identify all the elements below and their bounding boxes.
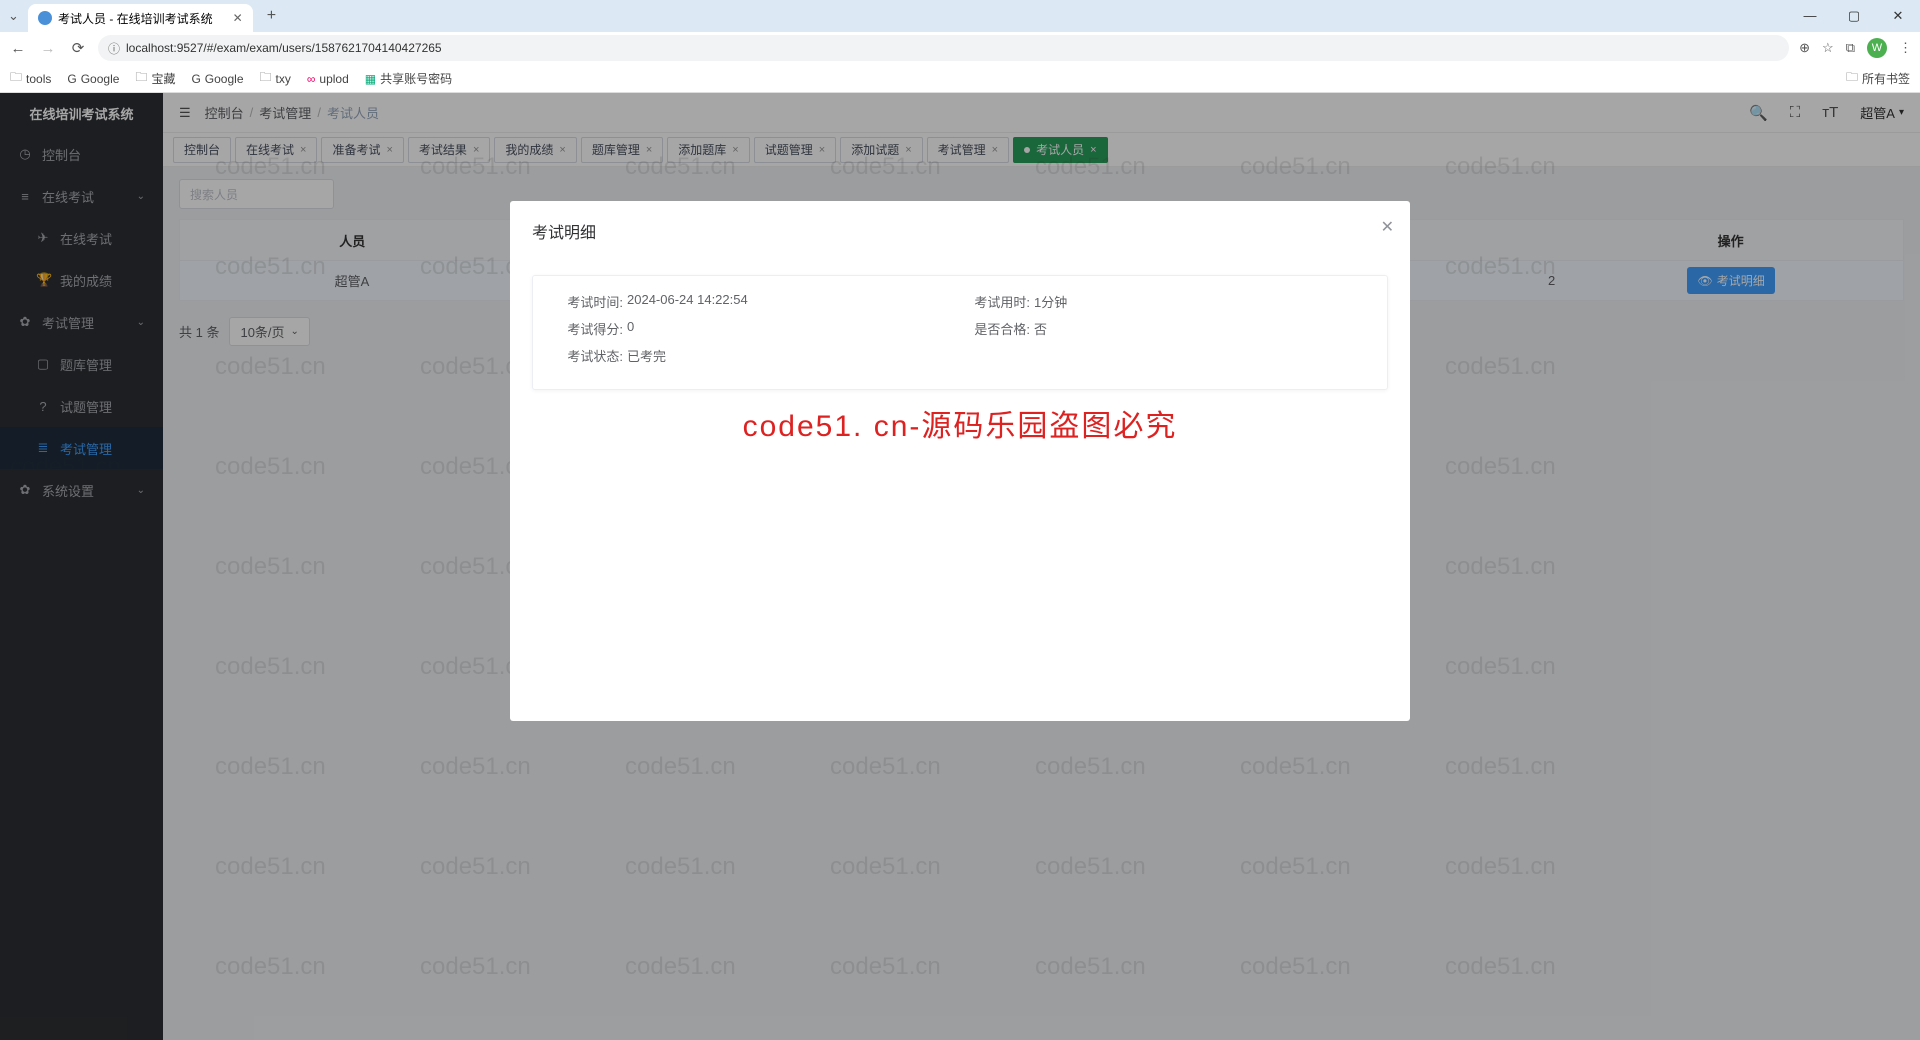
address-bar-icons: ⊕ ☆ ⧉ W ⋮ <box>1799 38 1912 58</box>
google-icon: G <box>67 72 76 86</box>
folder-icon: 🗀 <box>1846 68 1858 89</box>
modal-close-icon[interactable]: ✕ <box>1381 217 1394 237</box>
bookmark-uplod[interactable]: ∞uplod <box>307 72 349 86</box>
detail-value: 2024-06-24 14:22:54 <box>627 292 748 311</box>
minimize-icon[interactable]: — <box>1788 8 1832 24</box>
favicon-icon <box>38 11 52 25</box>
bookmark-txy[interactable]: 🗀txy <box>260 68 291 89</box>
detail-card: 考试时间:2024-06-24 14:22:54 考试用时:1分钟考试得分:0 是否… <box>532 275 1388 390</box>
detail-value: 0 <box>627 319 634 338</box>
detail-label: 是否合格: <box>960 319 1030 338</box>
profile-avatar[interactable]: W <box>1867 38 1887 58</box>
forward-icon[interactable]: → <box>38 40 58 57</box>
detail-value: 已考完 <box>627 346 666 365</box>
bookmark-google1[interactable]: GGoogle <box>67 72 119 86</box>
exam-detail-modal: 考试明细 ✕ 考试时间:2024-06-24 14:22:54考试用时:1分钟考… <box>510 201 1410 721</box>
detail-label: 考试状态: <box>553 346 623 365</box>
watermark-slogan: code51. cn-源码乐园盗图必究 <box>743 401 1178 445</box>
address-bar: ← → ⟳ ⓘ localhost:9527/#/exam/exam/users… <box>0 32 1920 64</box>
detail-label: 考试用时: <box>960 292 1030 311</box>
detail-label: 考试时间: <box>553 292 623 311</box>
folder-icon: 🗀 <box>260 68 272 89</box>
detail-value: 1分钟 <box>1034 292 1067 311</box>
new-tab-button[interactable]: + <box>259 7 284 25</box>
bookmark-tools[interactable]: 🗀tools <box>10 68 51 89</box>
bookmark-star-icon[interactable]: ☆ <box>1822 40 1834 56</box>
translate-icon[interactable]: ⊕ <box>1799 40 1810 56</box>
modal-title: 考试明细 <box>510 201 1410 261</box>
bookmark-shared[interactable]: ▦共享账号密码 <box>365 70 452 87</box>
extensions-icon[interactable]: ⧉ <box>1846 40 1855 56</box>
back-icon[interactable]: ← <box>8 40 28 57</box>
sheet-icon: ▦ <box>365 72 376 86</box>
upload-icon: ∞ <box>307 72 316 86</box>
folder-icon: 🗀 <box>10 68 22 89</box>
bookmark-baozang[interactable]: 🗀宝藏 <box>135 68 175 89</box>
tab-bar: ⌄ 考试人员 - 在线培训考试系统 ✕ + — ▢ ✕ <box>0 0 1920 32</box>
bookmark-google2[interactable]: GGoogle <box>191 72 243 86</box>
browser-chrome: ⌄ 考试人员 - 在线培训考试系统 ✕ + — ▢ ✕ ← → ⟳ ⓘ loca… <box>0 0 1920 93</box>
maximize-icon[interactable]: ▢ <box>1832 8 1876 24</box>
folder-icon: 🗀 <box>135 68 147 89</box>
tab-title: 考试人员 - 在线培训考试系统 <box>58 10 213 27</box>
menu-icon[interactable]: ⋮ <box>1899 40 1912 56</box>
modal-overlay[interactable]: 考试明细 ✕ 考试时间:2024-06-24 14:22:54考试用时:1分钟考… <box>0 93 1920 1040</box>
detail-label: 考试得分: <box>553 319 623 338</box>
app-root: code51.cncode51.cncode51.cncode51.cncode… <box>0 93 1920 1040</box>
tabs-dropdown-icon[interactable]: ⌄ <box>8 8 28 24</box>
url-input[interactable]: ⓘ localhost:9527/#/exam/exam/users/15876… <box>98 35 1789 61</box>
close-window-icon[interactable]: ✕ <box>1876 8 1920 24</box>
browser-tab[interactable]: 考试人员 - 在线培训考试系统 ✕ <box>28 4 253 32</box>
window-controls: — ▢ ✕ <box>1788 8 1920 24</box>
url-text: localhost:9527/#/exam/exam/users/1587621… <box>126 41 442 55</box>
bookmark-bar: 🗀tools GGoogle 🗀宝藏 GGoogle 🗀txy ∞uplod ▦… <box>0 64 1920 93</box>
all-bookmarks[interactable]: 🗀所有书签 <box>1846 68 1910 89</box>
tab-close-icon[interactable]: ✕ <box>233 11 243 25</box>
detail-value: 否 <box>1034 319 1047 338</box>
google-icon: G <box>191 72 200 86</box>
site-info-icon[interactable]: ⓘ <box>108 40 120 57</box>
reload-icon[interactable]: ⟳ <box>68 39 88 57</box>
